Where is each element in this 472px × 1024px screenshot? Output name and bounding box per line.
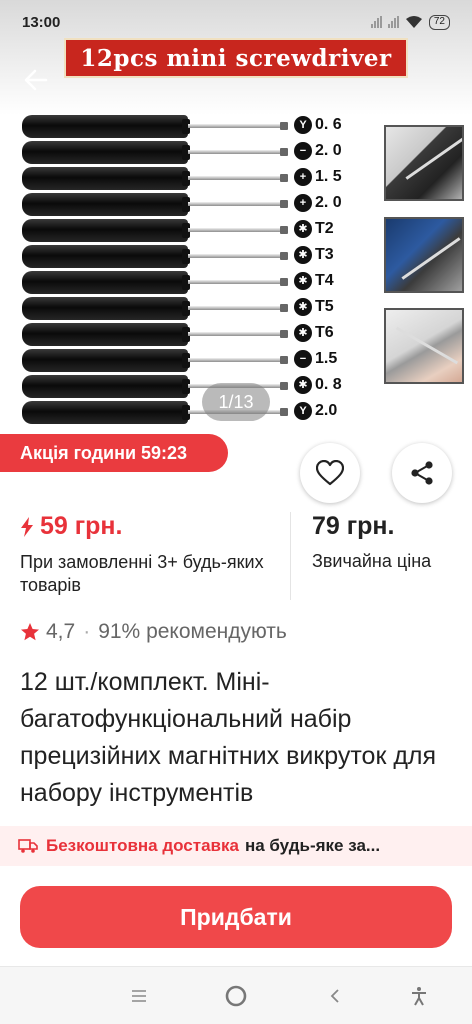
screwdriver-label: −2. 0 xyxy=(294,142,342,160)
share-icon xyxy=(411,461,433,485)
shipping-condition: на будь-яке за... xyxy=(244,836,381,855)
product-image-banner: 12pcs mini screwdriver xyxy=(64,38,408,78)
thumbnail-usage-2 xyxy=(384,217,464,293)
screwdriver-label: ✱ T2 xyxy=(294,220,334,238)
status-bar: 13:00 72 xyxy=(0,0,472,44)
truck-icon xyxy=(18,839,38,853)
menu-icon xyxy=(132,990,146,1002)
sale-price-block: 59 грн. При замовленні 3+ будь-яких това… xyxy=(20,512,288,597)
bit-icon: + xyxy=(294,194,312,212)
bit-icon: − xyxy=(294,142,312,160)
nav-home-button[interactable] xyxy=(223,983,249,1009)
price-divider xyxy=(290,512,291,600)
screwdriver-label: −1.5 xyxy=(294,350,337,368)
bit-icon: ✱ xyxy=(294,220,312,238)
status-icons: 72 xyxy=(370,14,450,30)
wifi-icon xyxy=(405,16,422,28)
chevron-left-icon xyxy=(330,989,339,1003)
heart-icon xyxy=(316,460,344,486)
product-gallery[interactable]: 13:00 72 12pcs mini screwdriver Y 0. 6 −2… xyxy=(0,0,472,440)
product-title: 12 шт./комплект. Міні-багатофункціональн… xyxy=(20,668,437,807)
rating-value: 4,7 xyxy=(46,620,76,643)
screwdriver-label: Y 0. 6 xyxy=(294,116,342,134)
battery-indicator: 72 xyxy=(428,14,450,30)
accessibility-icon xyxy=(412,987,426,1006)
screwdriver-label: ✱ T5 xyxy=(294,298,334,316)
screwdriver-label: Y 2.0 xyxy=(294,402,337,420)
rating-separator: · xyxy=(83,620,91,643)
bit-icon: ✱ xyxy=(294,272,312,290)
screwdriver-label: ✱ T4 xyxy=(294,272,334,290)
back-button[interactable] xyxy=(18,62,54,98)
screwdriver-label: +1. 5 xyxy=(294,168,342,186)
free-shipping-label: Безкоштовна доставка xyxy=(46,836,239,855)
system-nav-bar xyxy=(0,966,472,1024)
wishlist-button[interactable] xyxy=(300,443,360,503)
bit-icon: ✱ xyxy=(294,298,312,316)
screwdriver: ✱ T3 xyxy=(22,245,362,271)
share-button[interactable] xyxy=(392,443,452,503)
screwdriver: −1.5 xyxy=(22,349,362,375)
sale-price-condition: При замовленні 3+ будь-яких товарів xyxy=(20,552,264,595)
flash-deal-badge: Акція години 59:23 xyxy=(0,434,228,472)
regular-price-label: Звичайна ціна xyxy=(312,551,432,571)
screwdriver: +2. 0 xyxy=(22,193,362,219)
screwdriver-label: ✱ 0. 8 xyxy=(294,376,342,394)
nav-accessibility-button[interactable] xyxy=(406,983,432,1009)
arrow-left-icon xyxy=(24,69,48,91)
bit-icon: ✱ xyxy=(294,324,312,342)
bit-icon: − xyxy=(294,350,312,368)
regular-price-block: 79 грн. Звичайна ціна xyxy=(312,512,462,572)
regular-price-value: 79 грн. xyxy=(312,512,395,540)
sale-price-value: 59 грн. xyxy=(40,512,123,540)
screwdriver-label: ✱ T3 xyxy=(294,246,334,264)
buy-button[interactable]: Придбати xyxy=(20,886,452,948)
bit-icon: ✱ xyxy=(294,376,312,394)
screwdriver: ✱ T5 xyxy=(22,297,362,323)
thumbnail-usage-1 xyxy=(384,125,464,201)
shipping-strip[interactable]: Безкоштовна доставка на будь-яке за... xyxy=(0,826,472,866)
thumbnail-usage-3 xyxy=(384,308,464,384)
screwdriver: ✱ T2 xyxy=(22,219,362,245)
lightning-icon xyxy=(21,516,33,537)
home-circle-icon xyxy=(225,985,247,1007)
screwdriver: ✱ T4 xyxy=(22,271,362,297)
screwdriver: Y 2.0 xyxy=(22,401,362,427)
status-time: 13:00 xyxy=(22,13,61,31)
screwdriver: ✱ T6 xyxy=(22,323,362,349)
banner-text: 12pcs mini screwdriver xyxy=(80,44,392,72)
signal-icon xyxy=(370,16,382,28)
nav-back-button[interactable] xyxy=(322,983,348,1009)
rating-summary[interactable]: 4,7 · 91% рекомендують xyxy=(20,620,287,644)
screwdriver-label: ✱ T6 xyxy=(294,324,334,342)
bit-icon: + xyxy=(294,168,312,186)
bit-icon: Y xyxy=(294,116,312,134)
recommend-rate: 91% рекомендують xyxy=(98,620,287,643)
screwdriver: −2. 0 xyxy=(22,141,362,167)
screwdriver: +1. 5 xyxy=(22,167,362,193)
screwdriver-label: +2. 0 xyxy=(294,194,342,212)
signal-icon xyxy=(387,16,399,28)
sale-price: 59 грн. xyxy=(20,512,288,541)
bit-icon: ✱ xyxy=(294,246,312,264)
bit-icon: Y xyxy=(294,402,312,420)
star-icon xyxy=(21,623,39,641)
nav-menu-button[interactable] xyxy=(126,983,152,1009)
screwdriver: ✱ 0. 8 xyxy=(22,375,362,401)
gallery-pager: 1/13 xyxy=(202,383,270,421)
screwdriver: Y 0. 6 xyxy=(22,115,362,141)
